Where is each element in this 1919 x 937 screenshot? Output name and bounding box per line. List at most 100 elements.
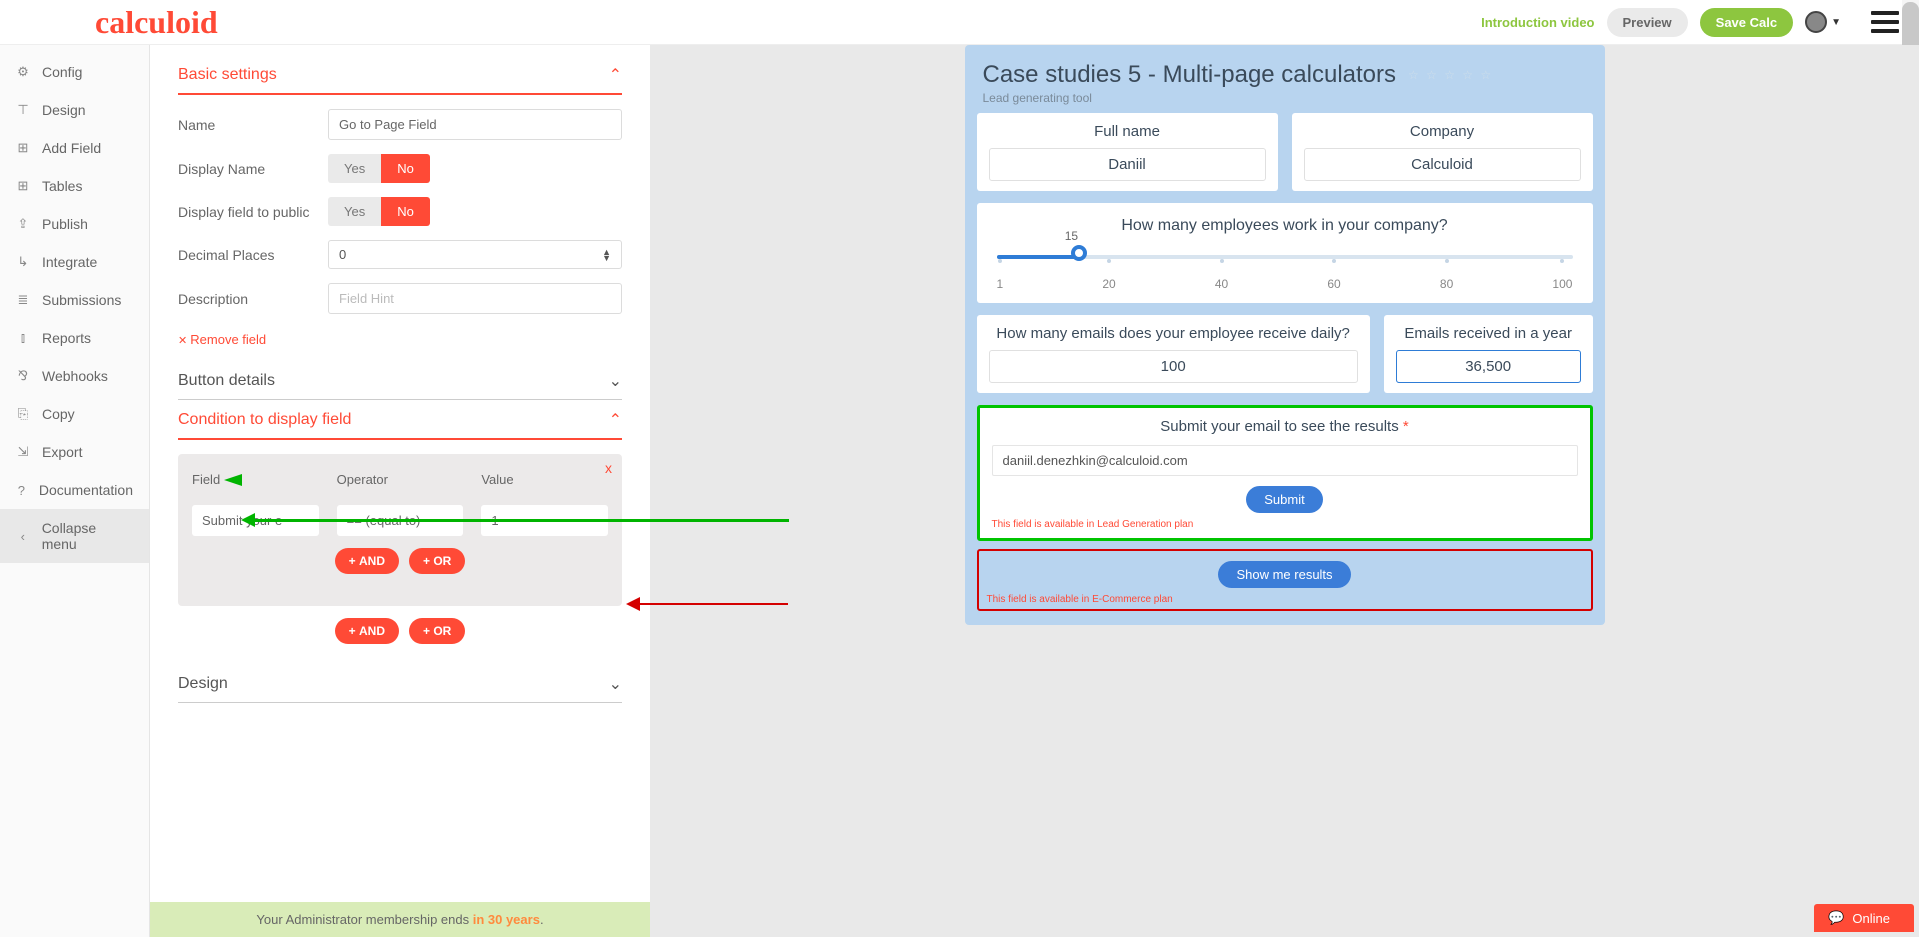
button-details-header[interactable]: Button details ⌄ <box>178 361 622 400</box>
design-section-header[interactable]: Design ⌄ <box>178 664 622 703</box>
collapse-icon: ‹ <box>16 529 30 544</box>
sidebar-item-design[interactable]: ⊤Design <box>0 91 149 129</box>
name-label: Name <box>178 117 328 133</box>
results-box: Show me results This field is available … <box>977 549 1593 611</box>
emails-year-output: 36,500 <box>1396 350 1581 383</box>
plus-icon: ⊞ <box>16 140 30 156</box>
sidebar-item-label: Export <box>42 444 82 460</box>
reports-icon: ⫾ <box>16 330 30 346</box>
display-name-toggle: Yes No <box>328 154 430 183</box>
company-input[interactable]: Calculoid <box>1304 148 1581 181</box>
submit-button[interactable]: Submit <box>1246 486 1322 513</box>
membership-footer: Your Administrator membership ends in 30… <box>150 902 650 937</box>
copy-icon: ⎘ <box>16 406 30 422</box>
help-icon: ? <box>16 483 27 498</box>
integrate-icon: ↳ <box>16 254 30 270</box>
submissions-icon: ≣ <box>16 292 30 308</box>
section-label: Basic settings <box>178 66 277 84</box>
preview-button[interactable]: Preview <box>1607 8 1688 37</box>
employee-slider[interactable]: 15 <box>997 255 1573 259</box>
sidebar: ⚙Config ⊤Design ⊞ Add Field ⊞ Tables ⇪Publ… <box>0 45 150 937</box>
sidebar-item-label: Collapse menu <box>42 520 133 552</box>
show-results-button[interactable]: Show me results <box>1218 561 1350 588</box>
basic-settings-header[interactable]: Basic settings ⌃ <box>178 55 622 95</box>
calculator-subtitle: Lead generating tool <box>977 91 1593 113</box>
chevron-down-icon: ⌄ <box>609 674 622 694</box>
decimal-places-input[interactable]: 0 ▲▼ <box>328 240 622 269</box>
and-button[interactable]: AND <box>335 548 399 574</box>
sidebar-item-collapse[interactable]: ‹ Collapse menu <box>0 509 149 563</box>
chevron-up-icon: ⌃ <box>609 65 622 85</box>
sidebar-item-label: Reports <box>42 330 91 346</box>
yes-button[interactable]: Yes <box>328 154 381 183</box>
gear-icon: ⚙ <box>16 64 30 80</box>
submit-email-input[interactable] <box>992 445 1578 476</box>
slider-ticks: 120406080100 <box>997 277 1573 291</box>
display-public-label: Display field to public <box>178 204 328 220</box>
or-button-outer[interactable]: OR <box>409 618 465 644</box>
editor-panel: Basic settings ⌃ Name Display Name Yes N… <box>150 45 650 937</box>
company-label: Company <box>1304 123 1581 140</box>
slider-value: 15 <box>1065 229 1078 243</box>
or-button[interactable]: OR <box>409 548 465 574</box>
hamburger-menu[interactable] <box>1871 11 1899 33</box>
description-input[interactable] <box>328 283 622 314</box>
close-condition-button[interactable]: x <box>605 460 612 476</box>
name-input[interactable] <box>328 109 622 140</box>
fullname-label: Full name <box>989 123 1266 140</box>
decimal-label: Decimal Places <box>178 247 328 263</box>
sidebar-item-label: Documentation <box>39 482 133 498</box>
sidebar-item-submissions[interactable]: ≣ Submissions <box>0 281 149 319</box>
sidebar-item-export[interactable]: ⇲Export <box>0 433 149 471</box>
spinner-arrows-icon[interactable]: ▲▼ <box>602 249 611 261</box>
submit-email-box: Submit your email to see the results * S… <box>977 405 1593 541</box>
sidebar-item-label: Add Field <box>42 140 101 156</box>
sidebar-item-label: Submissions <box>42 292 121 308</box>
sidebar-item-copy[interactable]: ⎘ Copy <box>0 395 149 433</box>
sidebar-item-add-field[interactable]: ⊞ Add Field <box>0 129 149 167</box>
sidebar-item-label: Tables <box>42 178 82 194</box>
cond-value-label: Value <box>481 472 608 487</box>
sidebar-item-documentation[interactable]: ? Documentation <box>0 471 149 509</box>
arrow-left-icon <box>626 597 640 611</box>
condition-header[interactable]: Condition to display field ⌃ <box>178 400 622 440</box>
user-menu[interactable]: ▼ <box>1805 11 1841 33</box>
caret-down-icon: ▼ <box>1831 17 1841 28</box>
sidebar-item-tables[interactable]: ⊞ Tables <box>0 167 149 205</box>
and-button-outer[interactable]: AND <box>335 618 399 644</box>
emails-daily-label: How many emails does your employee recei… <box>989 325 1358 342</box>
no-button[interactable]: No <box>381 197 430 226</box>
decimal-value: 0 <box>339 247 346 262</box>
online-chat-button[interactable]: 💬 Online <box>1814 904 1914 932</box>
avatar-icon <box>1805 11 1827 33</box>
fullname-input[interactable]: Daniil <box>989 148 1266 181</box>
save-calc-button[interactable]: Save Calc <box>1700 8 1793 37</box>
sidebar-item-integrate[interactable]: ↳ Integrate <box>0 243 149 281</box>
slider-handle[interactable] <box>1071 245 1087 261</box>
yes-button[interactable]: Yes <box>328 197 381 226</box>
sidebar-item-reports[interactable]: ⫾ Reports <box>0 319 149 357</box>
star-rating[interactable]: ☆ ☆ ☆ ☆ ☆ <box>1408 68 1493 82</box>
section-label: Condition to display field <box>178 411 351 429</box>
description-label: Description <box>178 291 328 307</box>
table-icon: ⊞ <box>16 178 30 194</box>
arrow-left-icon <box>241 513 255 527</box>
sidebar-item-label: Integrate <box>42 254 97 270</box>
cond-operator-label: Operator <box>337 472 464 487</box>
intro-video-link[interactable]: Introduction video <box>1481 15 1594 30</box>
sidebar-item-label: Webhooks <box>42 368 108 384</box>
remove-field-link[interactable]: Remove field <box>178 328 266 361</box>
emails-year-label: Emails received in a year <box>1396 325 1581 342</box>
logo[interactable]: calculoid <box>95 4 218 41</box>
condition-box: x Field Operator Value AND OR <box>178 454 622 606</box>
sidebar-item-label: Publish <box>42 216 88 232</box>
slider-question: How many employees work in your company? <box>997 217 1573 235</box>
sidebar-item-publish[interactable]: ⇪Publish <box>0 205 149 243</box>
sidebar-item-label: Copy <box>42 406 75 422</box>
chevron-down-icon: ⌄ <box>609 371 622 391</box>
sidebar-item-config[interactable]: ⚙Config <box>0 53 149 91</box>
sidebar-item-webhooks[interactable]: ⅋Webhooks <box>0 357 149 395</box>
no-button[interactable]: No <box>381 154 430 183</box>
submit-plan-note: This field is available in Lead Generati… <box>992 519 1578 530</box>
emails-daily-input[interactable]: 100 <box>989 350 1358 383</box>
